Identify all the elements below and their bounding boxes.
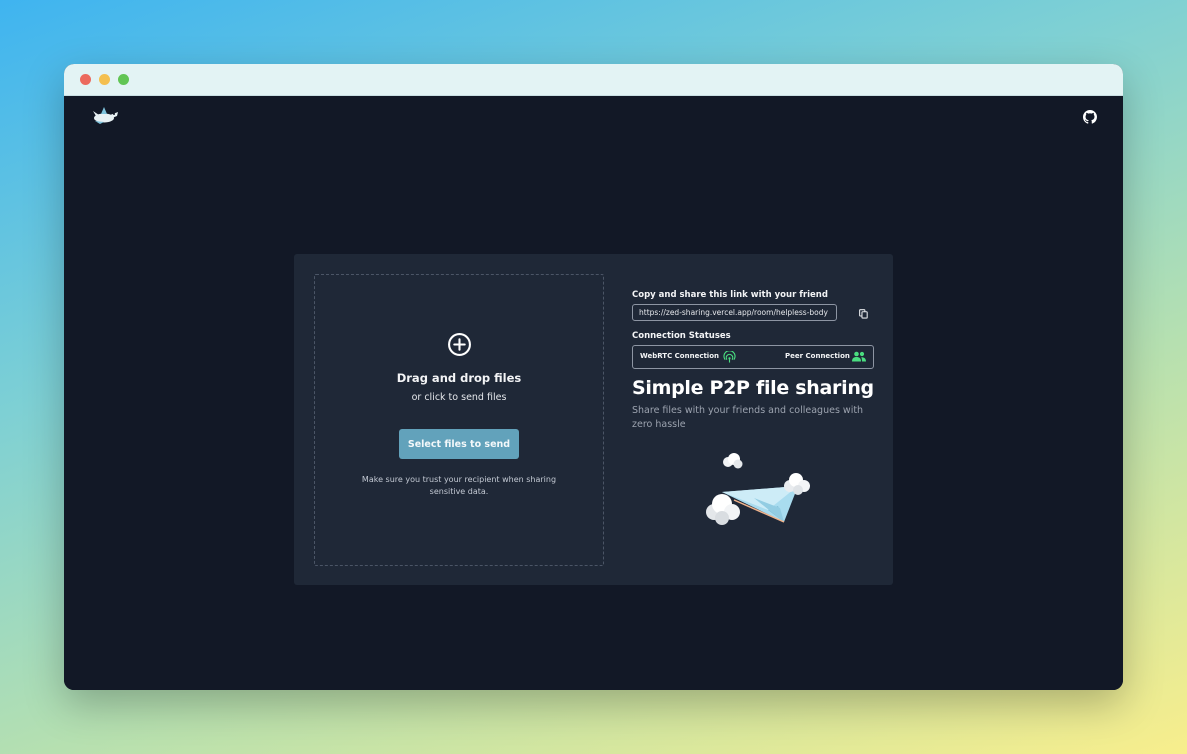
connection-statuses-label: Connection Statuses	[632, 331, 731, 341]
users-icon	[852, 351, 866, 362]
peer-connection-label: Peer Connection	[785, 352, 850, 360]
dropzone-note: Make sure you trust your recipient when …	[361, 475, 557, 496]
file-dropzone[interactable]: Drag and drop files or click to send fil…	[314, 274, 604, 566]
close-window-button[interactable]	[80, 74, 91, 85]
share-link-label: Copy and share this link with your frien…	[632, 290, 828, 300]
paper-plane-clouds-illustration	[706, 453, 810, 525]
share-card: Drag and drop files or click to send fil…	[294, 254, 893, 585]
browser-window: Drag and drop files or click to send fil…	[64, 64, 1123, 690]
bird-logo-icon[interactable]	[90, 104, 122, 126]
minimize-window-button[interactable]	[99, 74, 110, 85]
hero-title: Simple P2P file sharing	[632, 377, 874, 399]
share-link-field[interactable]: https://zed-sharing.vercel.app/room/help…	[632, 304, 837, 321]
maximize-window-button[interactable]	[118, 74, 129, 85]
hero-description: Share files with your friends and collea…	[632, 405, 864, 430]
select-files-button[interactable]: Select files to send	[399, 429, 519, 459]
webrtc-connection-label: WebRTC Connection	[640, 352, 720, 360]
dropzone-subtitle: or click to send files	[411, 392, 507, 403]
plus-circle-icon	[448, 333, 471, 356]
share-panel: Copy and share this link with your frien…	[632, 254, 876, 585]
copy-icon[interactable]	[859, 309, 868, 319]
github-icon[interactable]	[1083, 110, 1097, 124]
wifi-signal-icon	[723, 351, 736, 363]
connection-status-box: WebRTC Connection Peer Connection	[632, 345, 874, 369]
dropzone-title: Drag and drop files	[396, 371, 522, 385]
window-titlebar	[64, 64, 1123, 96]
app-root: Drag and drop files or click to send fil…	[64, 96, 1123, 690]
